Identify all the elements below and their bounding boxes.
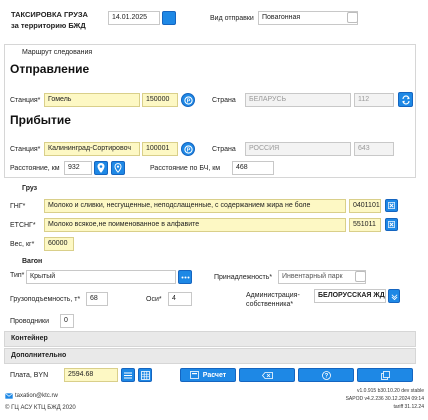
list-button[interactable] — [121, 368, 135, 382]
route-title: Маршрут следования — [22, 49, 93, 56]
ownership-select[interactable]: Инвентарный парк — [278, 270, 366, 284]
dispatch-select[interactable]: Повагонная — [258, 11, 358, 25]
map-pin-icon — [97, 163, 105, 173]
chevron-down-icon — [391, 293, 397, 300]
wagon-type-label: Тип* — [10, 272, 25, 279]
gng-clear-button[interactable] — [385, 199, 398, 212]
payment-value: 2594.68 — [64, 368, 118, 382]
ownership-toggle[interactable] — [355, 271, 366, 282]
copy-icon — [380, 370, 390, 380]
title-line-2: за территорию БЖД — [11, 21, 86, 30]
svg-text:P: P — [186, 147, 190, 153]
map-pin-outline-icon — [114, 163, 122, 173]
wagon-type-input[interactable]: Крытый — [26, 270, 176, 284]
search-icon: P — [183, 144, 193, 154]
more-icon — [181, 276, 189, 278]
calculate-button[interactable]: Расчет — [180, 368, 236, 382]
swap-stations-button[interactable] — [398, 92, 413, 107]
date-input[interactable]: 14.01.2025 — [108, 11, 160, 25]
etsng-label: ЕТСНГ* — [10, 222, 36, 229]
help-icon: ? — [321, 370, 331, 380]
conductors-label: Проводники — [10, 318, 50, 325]
arrival-title: Прибытие — [10, 113, 71, 127]
version-line-3: tariff 31.12.24 — [393, 404, 425, 410]
close-icon — [388, 221, 395, 228]
admin-dropdown-button[interactable] — [388, 289, 400, 303]
departure-station-label: Станция* — [10, 97, 41, 104]
contact-email[interactable]: taxation@ktc.rw — [15, 393, 58, 399]
copy-button[interactable] — [357, 368, 413, 382]
departure-station-code[interactable]: 150000 — [142, 93, 178, 107]
axles-label: Оси* — [146, 296, 162, 303]
close-icon — [388, 202, 395, 209]
admin-label-line1: Администрация- — [246, 292, 300, 299]
bch-distance-input[interactable]: 468 — [232, 161, 274, 175]
svg-text:?: ? — [324, 373, 328, 379]
arrival-search-button[interactable]: P — [181, 142, 195, 156]
gng-code-input[interactable]: 04011010 — [349, 199, 381, 213]
search-icon: P — [183, 95, 193, 105]
svg-text:P: P — [186, 98, 190, 104]
admin-select[interactable]: БЕЛОРУССКАЯ ЖД — [314, 289, 386, 303]
capacity-input[interactable]: 68 — [86, 292, 108, 306]
title-line-1: ТАКСИРОВКА ГРУЗА — [11, 10, 88, 19]
map-pin-button[interactable] — [94, 161, 108, 175]
weight-label: Вес, кг* — [10, 241, 35, 248]
gng-label: ГНГ* — [10, 203, 26, 210]
copyright: © ГЦ АСУ КТЦ БЖД 2020 — [5, 405, 76, 411]
calendar-button[interactable] — [162, 11, 176, 25]
mail-icon — [5, 393, 13, 401]
etsng-code-input[interactable]: 551011 — [349, 218, 381, 232]
departure-country-code: 112 — [354, 93, 394, 107]
list-icon — [124, 372, 132, 378]
arrival-station-name[interactable]: Калининград-Сортировоч — [44, 142, 140, 156]
departure-title: Отправление — [10, 62, 90, 76]
departure-station-name[interactable]: Гомель — [44, 93, 140, 107]
arrival-country-label: Страна — [212, 146, 236, 153]
table-button[interactable] — [138, 368, 152, 382]
clear-button[interactable] — [239, 368, 295, 382]
departure-country-label: Страна — [212, 97, 236, 104]
weight-input[interactable]: 60000 — [44, 237, 74, 251]
wagon-type-more-button[interactable] — [178, 270, 192, 284]
axles-input[interactable]: 4 — [168, 292, 192, 306]
table-icon — [140, 370, 150, 380]
map-pin-outline-button[interactable] — [111, 161, 125, 175]
gng-name-input[interactable]: Молоко и сливки, несгущенные, неподслаще… — [44, 199, 346, 213]
arrival-country-code: 643 — [354, 142, 394, 156]
departure-country-name: БЕЛАРУСЬ — [245, 93, 351, 107]
distance-label: Расстояние, км — [10, 165, 60, 172]
arrival-station-label: Станция* — [10, 146, 41, 153]
capacity-label: Грузоподъемность, т* — [10, 296, 81, 303]
version-line-1: v1.0.915 b30.10.20 dev stable — [357, 388, 424, 394]
container-section-header[interactable]: Контейнер — [4, 331, 416, 347]
calculator-icon — [189, 371, 199, 379]
admin-label-line2: собственника* — [246, 301, 294, 308]
cargo-title: Груз — [22, 185, 38, 192]
dispatch-toggle[interactable] — [347, 12, 358, 23]
additional-section-header[interactable]: Дополнительно — [4, 348, 416, 364]
departure-search-button[interactable]: P — [181, 93, 195, 107]
arrival-country-name: РОССИЯ — [245, 142, 351, 156]
calculate-button-label: Расчет — [202, 371, 227, 379]
swap-icon — [401, 94, 410, 105]
etsng-clear-button[interactable] — [385, 218, 398, 231]
bch-distance-label: Расстояние по БЧ, км — [150, 165, 221, 172]
version-line-2: SAPOD v4.2.236 30.12.2024 09:14 — [345, 396, 424, 402]
ownership-label: Принадлежность* — [214, 274, 273, 281]
distance-input[interactable]: 932 — [64, 161, 92, 175]
help-button[interactable]: ? — [298, 368, 354, 382]
payment-label: Плата, BYN — [10, 372, 49, 379]
arrival-station-code[interactable]: 100001 — [142, 142, 178, 156]
wagon-title: Вагон — [22, 258, 43, 265]
conductors-input[interactable]: 0 — [60, 314, 74, 328]
dispatch-label: Вид отправки — [210, 15, 254, 22]
etsng-name-input[interactable]: Молоко всякое,не поименованное в алфавит… — [44, 218, 346, 232]
backspace-icon — [261, 371, 273, 379]
